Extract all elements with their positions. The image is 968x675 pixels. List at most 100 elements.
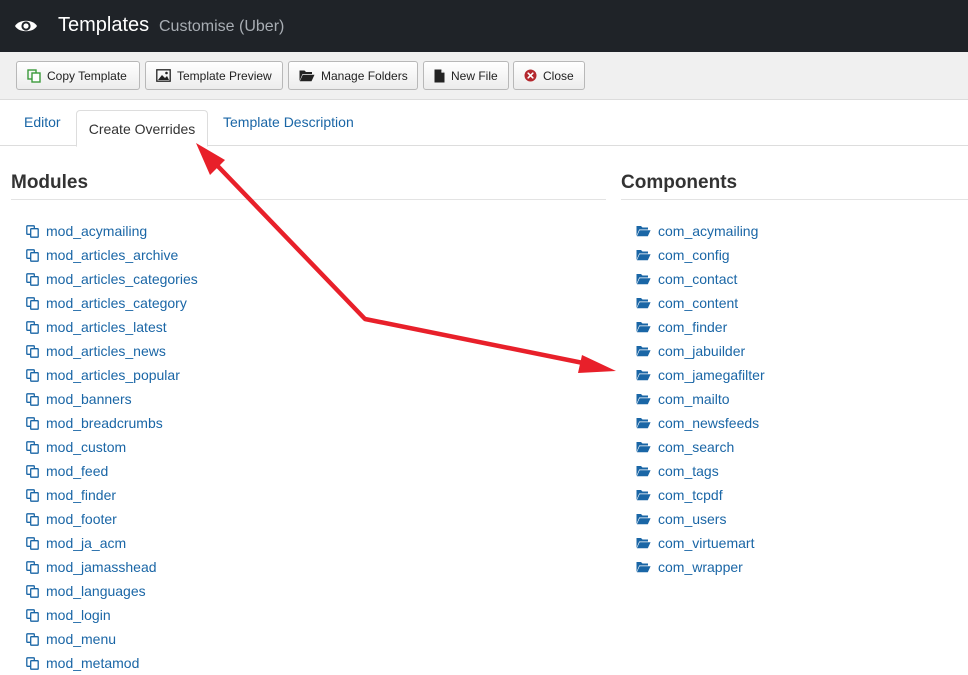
module-link-label: mod_acymailing xyxy=(46,223,148,239)
module-link[interactable]: mod_articles_news xyxy=(26,339,198,363)
folder-open-icon xyxy=(636,226,651,237)
annotation-arrowhead-tab xyxy=(196,143,225,175)
module-link-label: mod_metamod xyxy=(46,655,140,671)
folder-open-icon xyxy=(636,298,651,309)
module-link-label: mod_menu xyxy=(46,631,117,647)
module-link[interactable]: mod_banners xyxy=(26,387,198,411)
component-link-label: com_contact xyxy=(658,271,738,287)
module-link-label: mod_articles_news xyxy=(46,343,166,359)
module-link[interactable]: mod_articles_archive xyxy=(26,243,198,267)
close-button[interactable]: Close xyxy=(513,61,585,90)
component-link[interactable]: com_newsfeeds xyxy=(636,411,765,435)
module-link-label: mod_breadcrumbs xyxy=(46,415,163,431)
folder-open-icon xyxy=(636,346,651,357)
folder-open-icon xyxy=(636,538,651,549)
copy-icon xyxy=(26,440,39,454)
module-link[interactable]: mod_custom xyxy=(26,435,198,459)
components-list: com_acymailing com_config com_contact com_c… xyxy=(636,219,765,579)
module-link[interactable]: mod_menu xyxy=(26,627,198,651)
module-link-label: mod_articles_category xyxy=(46,295,187,311)
component-link[interactable]: com_users xyxy=(636,507,765,531)
module-link[interactable]: mod_articles_categories xyxy=(26,267,198,291)
annotation-arrowhead-components xyxy=(578,355,616,373)
tab-editor[interactable]: Editor xyxy=(24,114,61,130)
module-link-label: mod_ja_acm xyxy=(46,535,127,551)
copy-template-button[interactable]: Copy Template xyxy=(16,61,140,90)
module-link-label: mod_footer xyxy=(46,511,117,527)
module-link-label: mod_languages xyxy=(46,583,146,599)
component-link-label: com_acymailing xyxy=(658,223,759,239)
folder-open-icon xyxy=(636,562,651,573)
app-header: Templates Customise (Uber) xyxy=(0,0,968,52)
component-link-label: com_content xyxy=(658,295,739,311)
folder-open-icon xyxy=(636,514,651,525)
components-divider xyxy=(621,199,968,200)
copy-icon xyxy=(26,320,39,334)
tab-create-overrides[interactable]: Create Overrides xyxy=(76,110,208,147)
module-link[interactable]: mod_metamod xyxy=(26,651,198,675)
component-link-label: com_mailto xyxy=(658,391,730,407)
eye-icon xyxy=(15,20,37,32)
component-link-label: com_wrapper xyxy=(658,559,743,575)
module-link[interactable]: mod_articles_popular xyxy=(26,363,198,387)
copy-icon xyxy=(26,248,39,262)
annotation-arrow-line xyxy=(208,156,599,369)
component-link[interactable]: com_tcpdf xyxy=(636,483,765,507)
folder-open-icon xyxy=(636,322,651,333)
folder-open-icon xyxy=(636,370,651,381)
copy-icon xyxy=(26,488,39,502)
component-link-label: com_jabuilder xyxy=(658,343,746,359)
folder-open-icon xyxy=(636,250,651,261)
component-link[interactable]: com_config xyxy=(636,243,765,267)
template-preview-button[interactable]: Template Preview xyxy=(145,61,283,90)
module-link[interactable]: mod_articles_category xyxy=(26,291,198,315)
module-link[interactable]: mod_breadcrumbs xyxy=(26,411,198,435)
module-link[interactable]: mod_articles_latest xyxy=(26,315,198,339)
copy-icon xyxy=(26,536,39,550)
module-link[interactable]: mod_ja_acm xyxy=(26,531,198,555)
component-link[interactable]: com_tags xyxy=(636,459,765,483)
module-link[interactable]: mod_jamasshead xyxy=(26,555,198,579)
component-link[interactable]: com_finder xyxy=(636,315,765,339)
component-link[interactable]: com_jabuilder xyxy=(636,339,765,363)
component-link[interactable]: com_mailto xyxy=(636,387,765,411)
component-link-label: com_users xyxy=(658,511,727,527)
component-link[interactable]: com_contact xyxy=(636,267,765,291)
copy-icon xyxy=(26,512,39,526)
folder-open-icon xyxy=(636,418,651,429)
component-link-label: com_newsfeeds xyxy=(658,415,760,431)
module-link[interactable]: mod_login xyxy=(26,603,198,627)
module-link[interactable]: mod_finder xyxy=(26,483,198,507)
copy-icon xyxy=(26,368,39,382)
module-link-label: mod_articles_latest xyxy=(46,319,167,335)
copy-icon xyxy=(27,68,41,83)
component-link[interactable]: com_acymailing xyxy=(636,219,765,243)
close-circle-icon xyxy=(524,69,537,82)
copy-icon xyxy=(26,656,39,670)
tab-template-description[interactable]: Template Description xyxy=(223,114,354,130)
component-link[interactable]: com_wrapper xyxy=(636,555,765,579)
copy-icon xyxy=(26,344,39,358)
component-link[interactable]: com_search xyxy=(636,435,765,459)
copy-icon xyxy=(26,560,39,574)
module-link-label: mod_feed xyxy=(46,463,109,479)
component-link-label: com_config xyxy=(658,247,730,263)
module-link[interactable]: mod_footer xyxy=(26,507,198,531)
page-title: Templates xyxy=(58,14,150,36)
component-link-label: com_jamegafilter xyxy=(658,367,765,383)
component-link[interactable]: com_content xyxy=(636,291,765,315)
component-link[interactable]: com_virtuemart xyxy=(636,531,765,555)
page-subtitle: Customise (Uber) xyxy=(159,18,285,35)
module-link[interactable]: mod_feed xyxy=(26,459,198,483)
module-link[interactable]: mod_languages xyxy=(26,579,198,603)
copy-icon xyxy=(26,224,39,238)
component-link[interactable]: com_jamegafilter xyxy=(636,363,765,387)
manage-folders-button[interactable]: Manage Folders xyxy=(288,61,418,90)
copy-icon xyxy=(26,272,39,286)
folder-open-icon xyxy=(636,394,651,405)
module-link-label: mod_articles_archive xyxy=(46,247,179,263)
new-file-button[interactable]: New File xyxy=(423,61,509,90)
module-link[interactable]: mod_acymailing xyxy=(26,219,198,243)
module-link-label: mod_articles_popular xyxy=(46,367,180,383)
component-link-label: com_tcpdf xyxy=(658,487,723,503)
